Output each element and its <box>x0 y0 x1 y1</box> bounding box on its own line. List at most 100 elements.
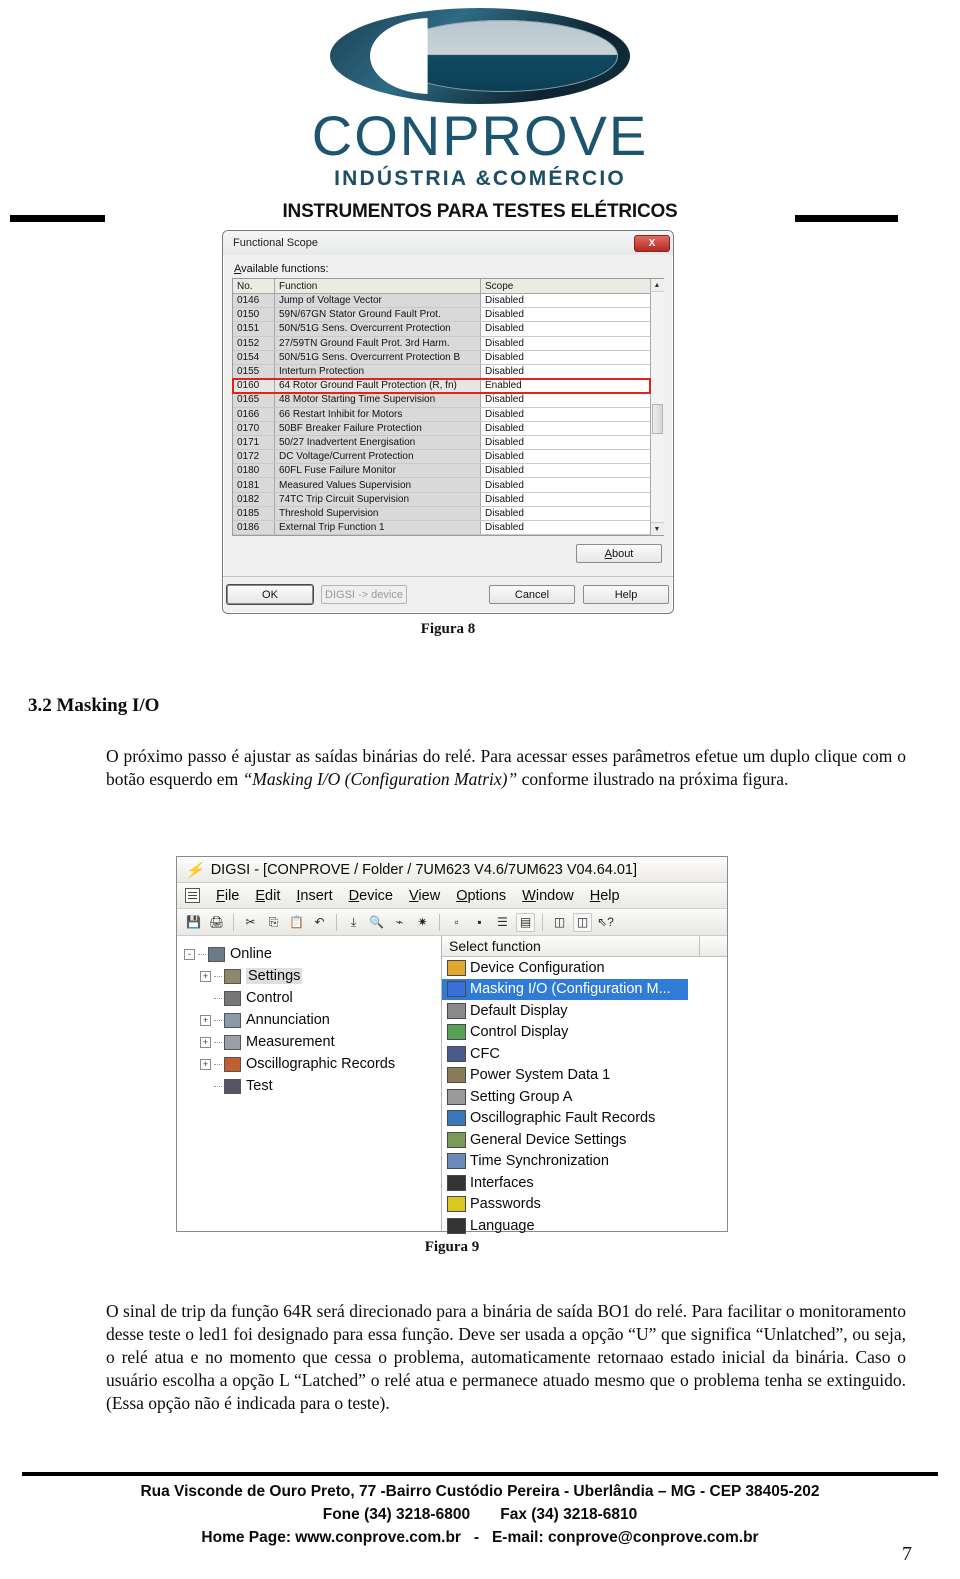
table-row[interactable]: 0181 Measured Values Supervision Disabled <box>233 478 650 493</box>
paste-icon[interactable]: 📋 <box>287 913 306 932</box>
cell-function: Jump of Voltage Vector <box>275 294 481 308</box>
scroll-thumb[interactable] <box>651 404 663 434</box>
menu-item-insert[interactable]: Insert <box>296 888 332 904</box>
small-icons-icon[interactable]: ▪ <box>470 913 489 932</box>
table-row[interactable]: 0160 64 Rotor Ground Fault Protection (R,… <box>232 378 651 395</box>
list-item[interactable]: Language <box>442 1215 727 1237</box>
table-row[interactable]: 0186 External Trip Function 1 Disabled <box>233 521 650 536</box>
cancel-button[interactable]: Cancel <box>489 585 575 605</box>
cut-icon[interactable]: ✂ <box>241 913 260 932</box>
collapse-icon[interactable]: - <box>184 948 195 960</box>
digsi-content: - Online + Settings Control + Annunciation + Mea… <box>177 936 727 1234</box>
table-scrollbar[interactable]: ▲ ▼ <box>650 279 664 536</box>
table-row[interactable]: 0155 Interturn Protection Disabled <box>233 364 650 380</box>
expand-icon[interactable]: + <box>200 1058 211 1070</box>
tree-item-test[interactable]: Test <box>184 1075 437 1097</box>
reset-icon[interactable]: ✷ <box>413 913 432 932</box>
menu-item-edit[interactable]: Edit <box>255 888 280 904</box>
table-row[interactable]: 0185 Threshold Supervision Disabled <box>233 506 650 521</box>
list-item[interactable]: General Device Settings <box>442 1129 727 1151</box>
toolbar-separator-4 <box>542 913 543 931</box>
tree-item-oscillographic-records[interactable]: + Oscillographic Records <box>184 1053 437 1075</box>
copy-icon[interactable]: ⎘ <box>264 913 283 932</box>
print-icon[interactable]: 🖨 <box>207 913 226 932</box>
list-item[interactable]: Oscillographic Fault Records <box>442 1108 727 1130</box>
device-configuration-icon <box>447 959 466 976</box>
table-row[interactable]: 0172 DC Voltage/Current Protection Disable… <box>233 450 650 465</box>
details-icon[interactable]: ▤ <box>516 912 535 932</box>
list-item[interactable]: Device Configuration <box>442 957 727 979</box>
list-item[interactable]: Passwords <box>442 1194 727 1216</box>
save-icon[interactable]: 💾 <box>184 913 203 932</box>
table-row[interactable]: 0180 60FL Fuse Failure Monitor Disabled <box>233 464 650 479</box>
table-row[interactable]: 0171 50/27 Inadvertent Energisation Disabl… <box>233 435 650 451</box>
help-pointer-icon[interactable]: ⇖? <box>596 913 615 932</box>
cell-no: 0180 <box>233 464 275 478</box>
scroll-down-icon[interactable]: ▼ <box>650 522 664 536</box>
table-row[interactable]: 0154 50N/51G Sens. Overcurrent Protection… <box>233 350 650 365</box>
menu-item-options[interactable]: Options <box>456 888 506 904</box>
figure-9: ⚡ DIGSI - [CONPROVE / Folder / 7UM623 V4… <box>176 856 728 1256</box>
cell-function: 50N/51G Sens. Overcurrent Protection B <box>275 350 481 364</box>
list-item[interactable]: Interfaces <box>442 1172 727 1194</box>
passwords-key-icon <box>447 1196 466 1213</box>
help-button[interactable]: Help <box>583 585 669 605</box>
device-close-icon[interactable]: ◫ <box>573 912 592 932</box>
menu-item-view[interactable]: View <box>409 888 440 904</box>
list-item[interactable]: CFC <box>442 1043 727 1065</box>
table-row[interactable]: 0166 66 Restart Inhibit for Motors Disable… <box>233 407 650 422</box>
paragraph-intro: O próximo passo é ajustar as saídas biná… <box>106 745 906 791</box>
tree-item-measurement[interactable]: + Measurement <box>184 1031 437 1053</box>
undo-icon[interactable]: ↶ <box>310 913 329 932</box>
page-title: 3.2 Masking I/O <box>28 695 160 716</box>
expand-icon[interactable]: + <box>200 970 211 982</box>
ok-button[interactable]: OK <box>227 585 313 605</box>
tree-item-label: Annunciation <box>246 1012 330 1028</box>
table-row[interactable]: 0150 59N/67GN Stator Ground Fault Prot. Di… <box>233 308 650 323</box>
list-item[interactable]: Time Synchronization <box>442 1151 727 1173</box>
list-item-label: Language <box>470 1217 535 1234</box>
cell-function: 59N/67GN Stator Ground Fault Prot. <box>275 308 481 322</box>
device-open-icon[interactable]: ◫ <box>550 913 569 932</box>
list-item[interactable]: Control Display <box>442 1022 727 1044</box>
initialize-icon[interactable]: ⌁ <box>390 913 409 932</box>
cell-scope: Enabled <box>481 379 650 393</box>
table-row[interactable]: 0165 48 Motor Starting Time Supervision Di… <box>233 393 650 408</box>
scroll-track[interactable] <box>650 292 664 523</box>
cell-scope: Disabled <box>481 521 650 535</box>
tree-item-online[interactable]: - Online <box>184 943 437 965</box>
page-number: 7 <box>902 1543 912 1565</box>
tree-item-control[interactable]: Control <box>184 987 437 1009</box>
navigation-tree[interactable]: - Online + Settings Control + Annunciation + Mea… <box>177 936 442 1231</box>
expand-icon[interactable]: + <box>200 1014 211 1026</box>
menu-item-help[interactable]: Help <box>590 888 620 904</box>
table-row[interactable]: 0170 50BF Breaker Failure Protection Disab… <box>233 421 650 436</box>
function-list[interactable]: Device Configuration Masking I/O (Configu… <box>442 957 727 1237</box>
menu-item-file[interactable]: File <box>216 888 239 904</box>
list-item[interactable]: Power System Data 1 <box>442 1065 727 1087</box>
table-row[interactable]: 0182 74TC Trip Circuit Supervision Disable… <box>233 492 650 507</box>
test-icon <box>224 1078 241 1094</box>
close-icon[interactable]: X <box>634 234 670 252</box>
list-item[interactable]: Setting Group A <box>442 1086 727 1108</box>
table-row[interactable]: 0146 Jump of Voltage Vector Disabled <box>233 294 650 309</box>
table-row[interactable]: 0151 50N/51G Sens. Overcurrent Protection… <box>233 322 650 337</box>
large-icons-icon[interactable]: ▫ <box>447 913 466 932</box>
footer-phone: Fone (34) 3218-6800 <box>322 1506 471 1523</box>
scroll-up-icon[interactable]: ▲ <box>650 279 664 292</box>
expand-icon[interactable]: + <box>200 1036 211 1048</box>
list-icon[interactable]: ☰ <box>493 913 512 932</box>
menu-item-device[interactable]: Device <box>349 888 393 904</box>
tree-item-annunciation[interactable]: + Annunciation <box>184 1009 437 1031</box>
menu-item-window[interactable]: Window <box>522 888 574 904</box>
table-row[interactable]: 0152 27/59TN Ground Fault Prot. 3rd Harm.… <box>233 336 650 351</box>
list-item[interactable]: Masking I/O (Configuration M... <box>442 978 688 1000</box>
toolbar-separator-2 <box>336 913 337 931</box>
open-device-icon[interactable]: 🔍 <box>367 913 386 932</box>
about-button[interactable]: About <box>576 544 662 564</box>
tree-item-settings[interactable]: + Settings <box>184 965 437 987</box>
download-device-icon[interactable]: ⤓ <box>344 913 363 932</box>
functions-table[interactable]: No. Function Scope 0146 Jump of Voltage V… <box>232 278 664 537</box>
list-item[interactable]: Default Display <box>442 1000 727 1022</box>
